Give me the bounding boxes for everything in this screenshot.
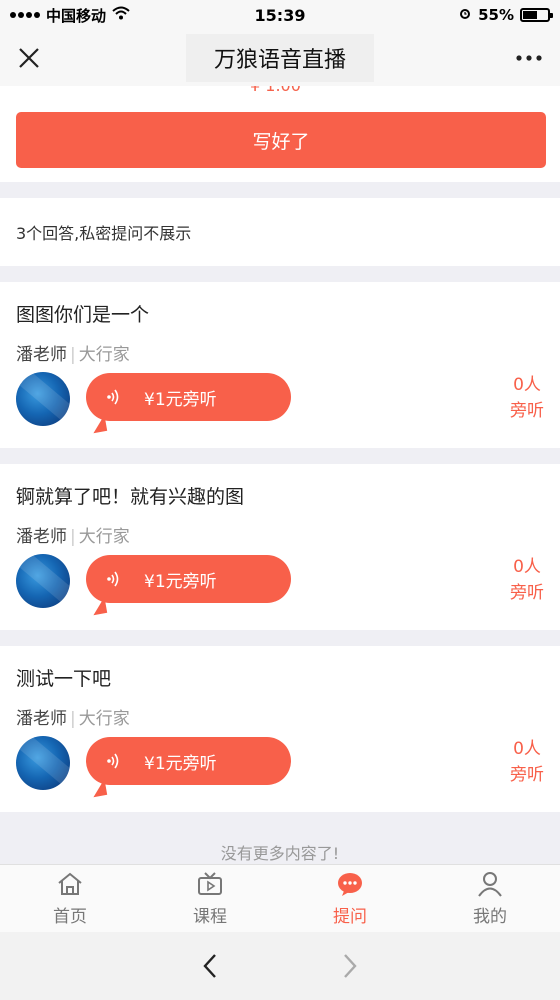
chevron-left-icon (203, 954, 216, 978)
tab-ask[interactable]: 提问 (280, 865, 420, 932)
answerer-info: 潘老师 | 大行家 (16, 522, 130, 547)
question-item: 测试一下吧 潘老师 | 大行家 ¥1元旁听 0人 旁听 (0, 646, 560, 812)
listen-label: ¥1元旁听 (144, 571, 217, 592)
tv-icon (195, 870, 225, 898)
chat-bubble-icon (335, 870, 365, 898)
forward-button[interactable] (335, 951, 365, 981)
listener-count-value: 0人 (513, 375, 541, 395)
main-content[interactable]: ¥ 1.00 写好了 3个回答,私密提问不展示 图图你们是一个 潘老师|大行家 … (0, 86, 560, 864)
alarm-icon (458, 6, 472, 24)
signal-icon (10, 12, 40, 18)
nav-bar: 万狼语音直播 (0, 30, 560, 86)
battery-icon (520, 8, 553, 22)
answerer-separator: | (70, 345, 76, 365)
question-text: 锕就算了吧！就有兴趣的图 (16, 486, 245, 508)
user-icon (475, 870, 505, 898)
tab-ask-label: 提问 (333, 907, 367, 927)
carrier-label: 中国移动 (46, 6, 107, 25)
end-of-list-text: 没有更多内容了! (220, 844, 340, 863)
answerer-name: 潘老师 (16, 709, 67, 729)
more-button[interactable] (492, 33, 542, 83)
avatar[interactable] (16, 554, 70, 608)
status-bar: 中国移动 15:39 55% (0, 0, 560, 30)
answerer-title: 大行家 (78, 527, 130, 547)
avatar[interactable] (16, 736, 70, 790)
answerer-name: 潘老师 (16, 527, 67, 547)
more-dots-icon (516, 55, 542, 61)
answerer-info: 潘老师 | 大行家 (16, 340, 130, 365)
listener-count: 0人 旁听 (510, 554, 544, 606)
question-item: 图图你们是一个 潘老师 | 大行家 ¥1元旁听 0人 旁听 (0, 282, 560, 448)
question-text: 图图你们是一个 (16, 304, 150, 326)
audio-wave-icon (106, 570, 122, 588)
avatar[interactable] (16, 372, 70, 426)
close-button[interactable] (18, 33, 68, 83)
submit-button[interactable]: 写好了 (16, 112, 546, 168)
status-bar-right: 55% (350, 6, 553, 24)
answerer-separator: | (70, 709, 76, 729)
audio-wave-icon (106, 388, 122, 406)
browser-toolbar (0, 932, 560, 1000)
page-title: 万狼语音直播 (185, 34, 374, 82)
tab-courses[interactable]: 课程 (140, 865, 280, 932)
tab-mine[interactable]: 我的 (420, 865, 560, 932)
answerer-info: 潘老师 | 大行家 (16, 704, 130, 729)
audio-wave-icon (106, 752, 122, 770)
tab-home-label: 首页 (53, 907, 87, 927)
answerer-title: 大行家 (78, 709, 130, 729)
chevron-right-icon (344, 954, 357, 978)
answerer-separator: | (70, 527, 76, 547)
battery-percent: 55% (478, 6, 514, 24)
answerer-title: 大行家 (78, 345, 130, 365)
listener-count-label: 旁听 (510, 583, 544, 603)
question-text: 测试一下吧 (16, 668, 112, 690)
answers-summary: 3个回答,私密提问不展示 (0, 198, 560, 266)
listener-count-label: 旁听 (510, 401, 544, 421)
question-item: 锕就算了吧！就有兴趣的图 潘老师 | 大行家 ¥1元旁听 0人 旁听 (0, 464, 560, 630)
listener-count-value: 0人 (513, 557, 541, 577)
listener-count-label: 旁听 (510, 765, 544, 785)
wifi-icon (112, 6, 130, 24)
tab-home[interactable]: 首页 (0, 865, 140, 932)
listen-button[interactable]: ¥1元旁听 (86, 737, 291, 785)
tab-mine-label: 我的 (473, 907, 507, 927)
listen-label: ¥1元旁听 (144, 389, 217, 410)
bottom-tab-bar: 首页 课程 提问 我的 (0, 864, 560, 932)
back-button[interactable] (195, 951, 225, 981)
home-icon (55, 870, 85, 898)
price-partial: ¥ 1.00 (250, 86, 301, 95)
status-bar-left: 中国移动 (10, 5, 210, 26)
status-time: 15:39 (254, 5, 306, 25)
answerer-name: 潘老师 (16, 345, 67, 365)
listener-count-value: 0人 (513, 739, 541, 759)
tab-courses-label: 课程 (193, 907, 227, 927)
listener-count: 0人 旁听 (510, 372, 544, 424)
listen-button[interactable]: ¥1元旁听 (86, 555, 291, 603)
listen-label: ¥1元旁听 (144, 753, 217, 774)
listen-button[interactable]: ¥1元旁听 (86, 373, 291, 421)
compose-card: ¥ 1.00 写好了 (0, 86, 560, 182)
close-icon (19, 48, 39, 68)
listener-count: 0人 旁听 (510, 736, 544, 788)
